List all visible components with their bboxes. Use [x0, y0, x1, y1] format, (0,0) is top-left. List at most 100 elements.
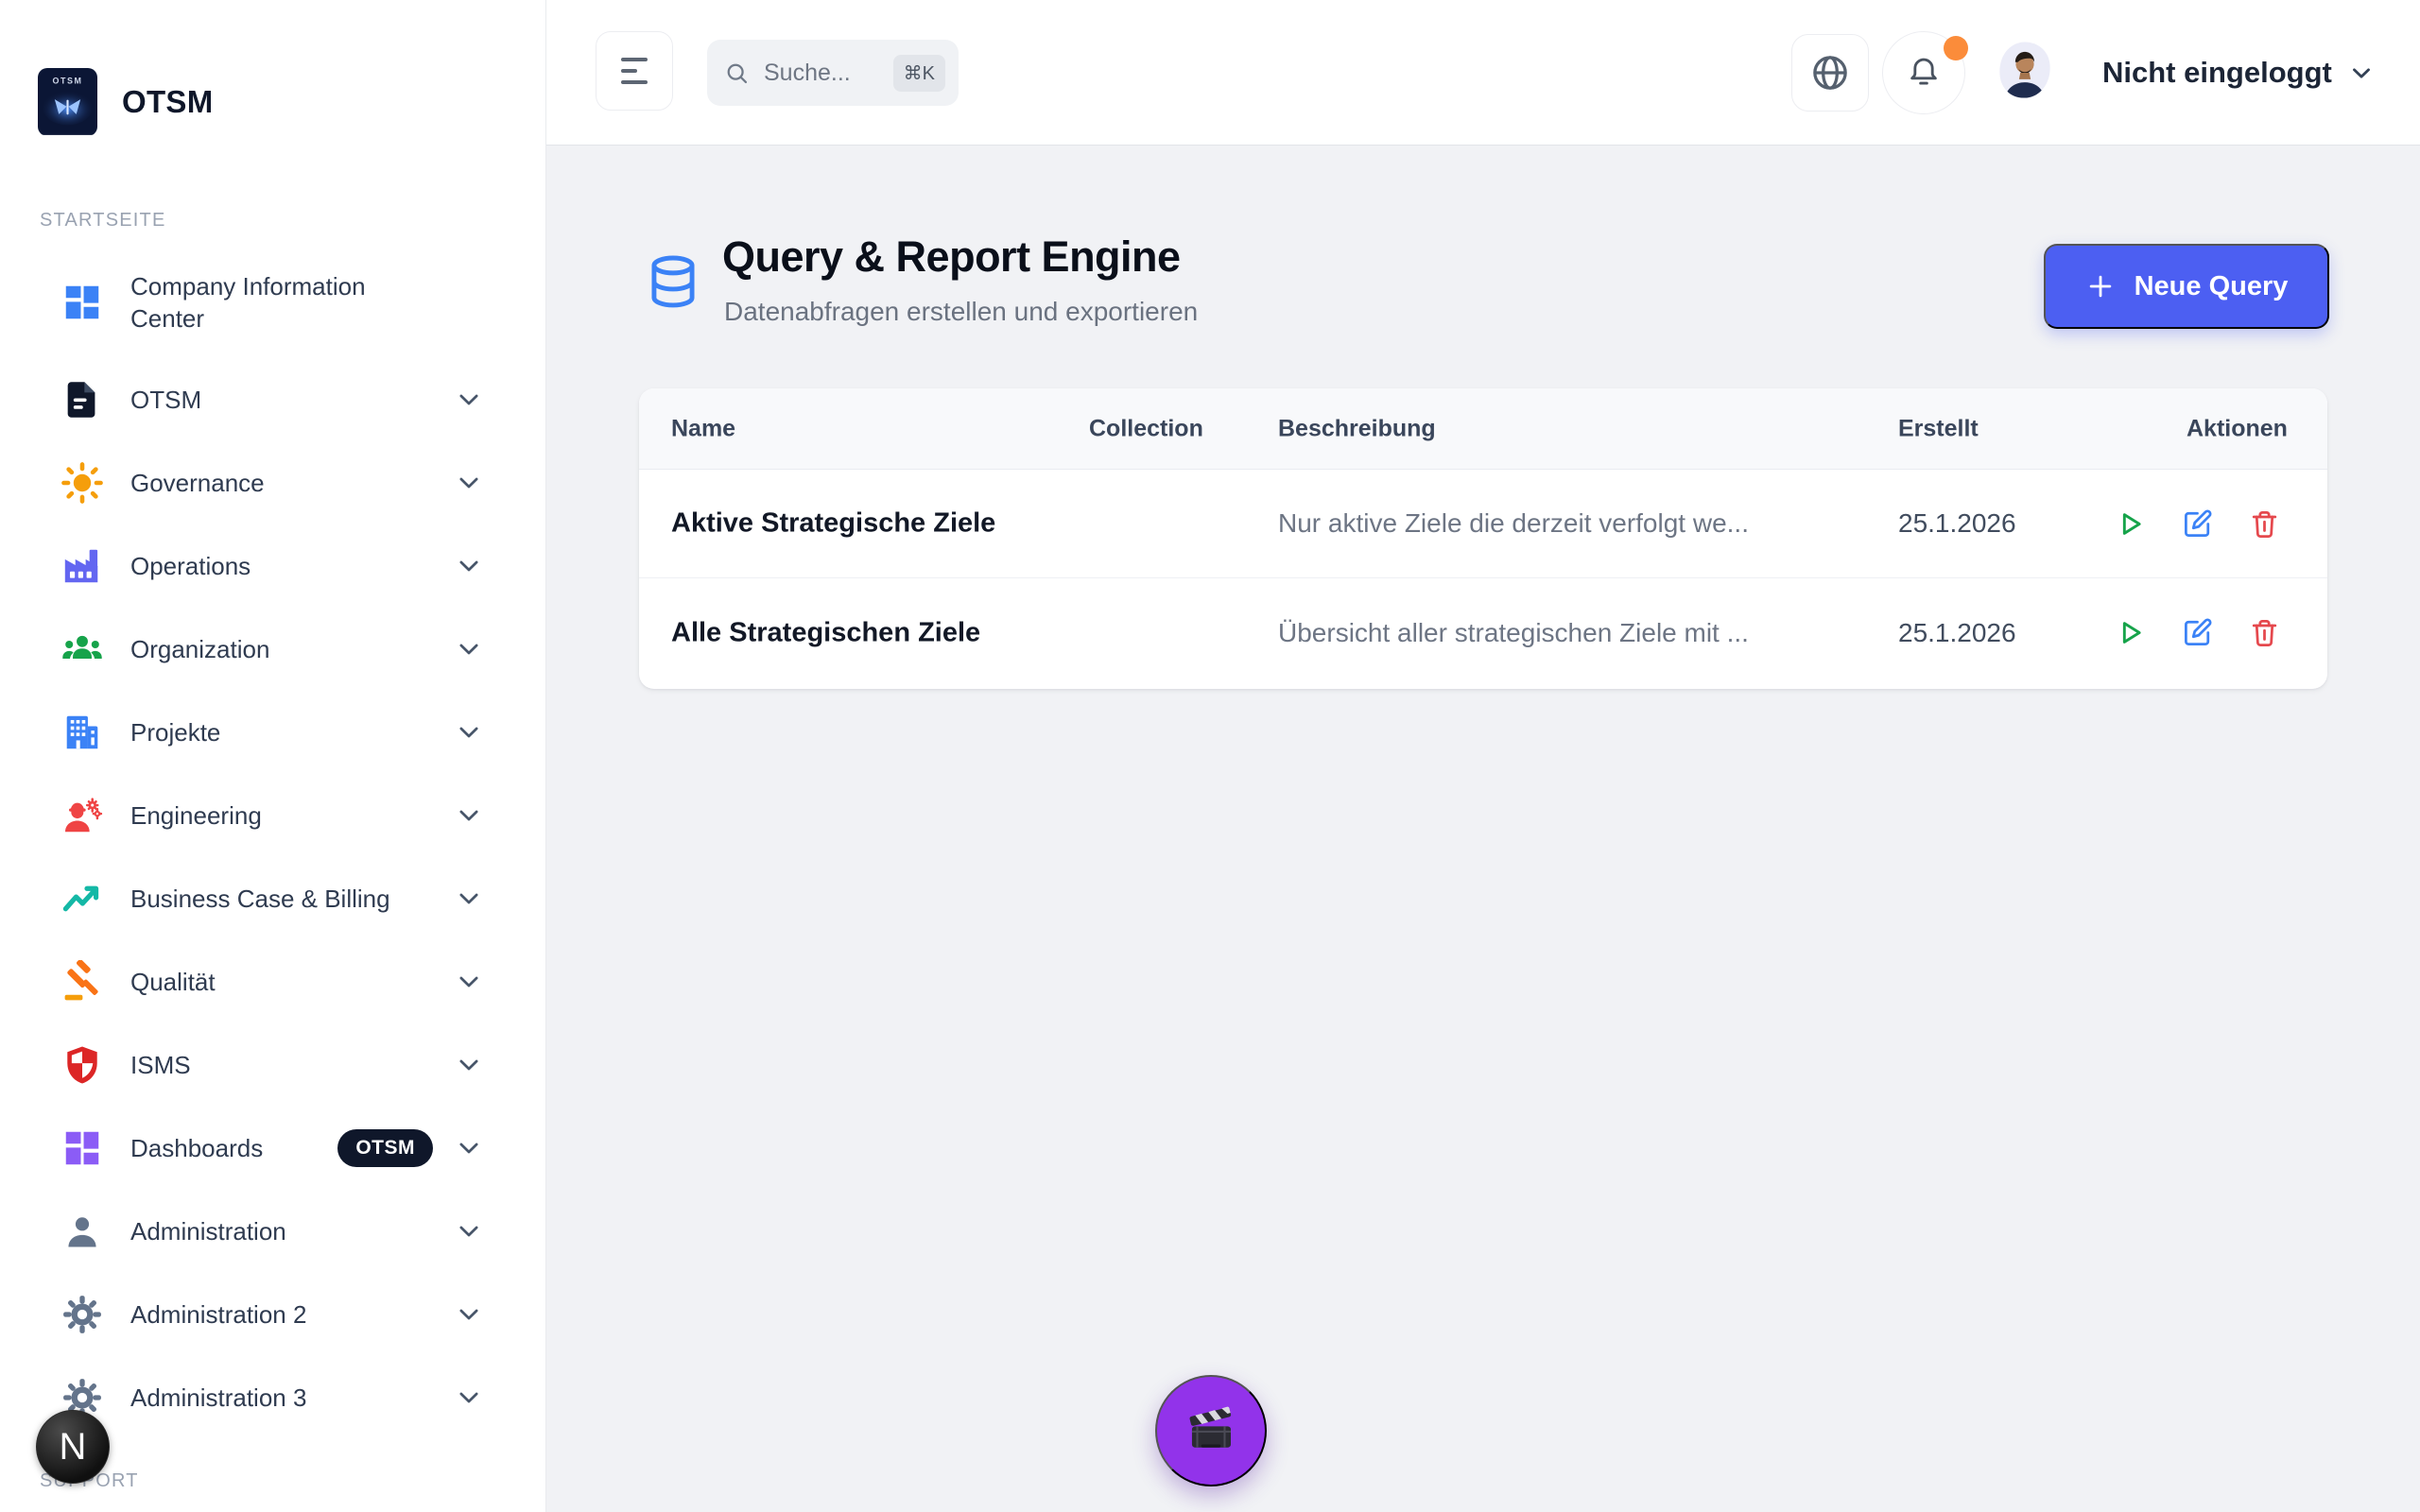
notifications-button[interactable] — [1882, 31, 1965, 114]
globe-icon — [1809, 52, 1851, 94]
play-icon — [2115, 617, 2146, 648]
chevron-down-icon — [455, 885, 483, 913]
sidebar-item-label: Qualität — [130, 966, 216, 998]
column-header-description: Beschreibung — [1278, 415, 1436, 442]
run-query-button[interactable] — [2112, 615, 2148, 651]
chevron-down-icon — [455, 469, 483, 497]
chevron-down-icon — [455, 718, 483, 747]
dashboard-grid-icon — [60, 281, 104, 324]
chevron-down-icon — [2347, 59, 2376, 87]
column-header-name: Name — [671, 415, 735, 442]
play-icon — [2115, 508, 2146, 540]
trend-up-icon — [60, 877, 104, 920]
sidebar-item-label: Organization — [130, 633, 269, 665]
chevron-down-icon — [455, 552, 483, 580]
database-icon — [647, 251, 700, 318]
notification-dot — [1944, 36, 1968, 60]
sidebar-item-label: Engineering — [130, 799, 262, 832]
query-table: Name Collection Beschreibung Erstellt Ak… — [639, 388, 2327, 689]
table-row[interactable]: Aktive Strategische Ziele Nur aktive Zie… — [639, 470, 2327, 578]
sidebar: OTSM OTSM STARTSEITE Company Information… — [0, 0, 546, 1512]
sidebar-item-label: OTSM — [130, 384, 201, 416]
document-icon — [60, 378, 104, 421]
chevron-down-icon — [455, 635, 483, 663]
user-label: Nicht eingeloggt — [2102, 56, 2332, 90]
page-subtitle: Datenabfragen erstellen und exportieren — [724, 297, 1198, 327]
edit-query-button[interactable] — [2179, 506, 2215, 541]
sidebar-item-engineering[interactable]: Engineering — [0, 774, 545, 857]
chevron-down-icon — [455, 386, 483, 414]
sidebar-item-company-information-center[interactable]: Company Information Center — [0, 246, 545, 359]
sun-icon — [60, 461, 104, 505]
gavel-icon — [60, 960, 104, 1004]
query-created: 25.1.2026 — [1898, 508, 2016, 539]
otsm-badge: OTSM — [337, 1129, 433, 1167]
sidebar-item-administration[interactable]: Administration — [0, 1190, 545, 1273]
person-icon — [60, 1210, 104, 1253]
devtools-button[interactable]: N — [36, 1410, 110, 1484]
query-description: Übersicht aller strategischen Ziele mit … — [1278, 618, 1749, 648]
sidebar-item-label: Business Case & Billing — [130, 883, 390, 915]
language-button[interactable] — [1791, 34, 1869, 112]
sidebar-toggle-button[interactable] — [596, 31, 673, 111]
search-icon — [724, 60, 750, 86]
sidebar-item-projekte[interactable]: Projekte — [0, 691, 545, 774]
sidebar-item-otsm[interactable]: OTSM — [0, 358, 545, 441]
table-row[interactable]: Alle Strategischen Ziele Übersicht aller… — [639, 578, 2327, 687]
dashboard-grid-icon — [60, 1126, 104, 1170]
sidebar-item-governance[interactable]: Governance — [0, 441, 545, 524]
app-logo-icon: OTSM — [38, 68, 97, 136]
shield-icon — [60, 1043, 104, 1087]
chevron-down-icon — [455, 1134, 483, 1162]
building-icon — [60, 711, 104, 754]
sidebar-item-label: Administration 3 — [130, 1382, 306, 1414]
row-actions — [2112, 615, 2282, 651]
sidebar-item-dashboards[interactable]: Dashboards OTSM — [0, 1107, 545, 1190]
page-title: Query & Report Engine — [722, 232, 1181, 282]
recording-fab-button[interactable] — [1155, 1375, 1267, 1486]
main-content: Query & Report Engine Datenabfragen erst… — [546, 146, 2420, 1512]
column-header-actions: Aktionen — [2187, 415, 2288, 442]
query-name: Aktive Strategische Ziele — [671, 508, 995, 540]
user-menu[interactable]: Nicht eingeloggt — [1995, 0, 2376, 146]
search-input[interactable]: Suche... ⌘K — [707, 40, 959, 106]
delete-query-button[interactable] — [2246, 506, 2282, 541]
edit-icon — [2182, 617, 2213, 648]
row-actions — [2112, 506, 2282, 541]
trash-icon — [2249, 617, 2280, 648]
chevron-down-icon — [455, 1300, 483, 1329]
top-header: Suche... ⌘K — [546, 0, 2420, 146]
app-window: OTSM OTSM STARTSEITE Company Information… — [0, 0, 2420, 1512]
query-created: 25.1.2026 — [1898, 618, 2016, 648]
engineer-icon — [60, 794, 104, 837]
delete-query-button[interactable] — [2246, 615, 2282, 651]
sidebar-item-label: Operations — [130, 550, 251, 582]
chevron-down-icon — [455, 1051, 483, 1079]
sidebar-item-operations[interactable]: Operations — [0, 524, 545, 608]
edit-query-button[interactable] — [2179, 615, 2215, 651]
sidebar-item-qualitaet[interactable]: Qualität — [0, 940, 545, 1023]
edit-icon — [2182, 508, 2213, 540]
devtools-label: N — [60, 1426, 87, 1469]
avatar — [1995, 40, 2055, 106]
sidebar-item-label: Governance — [130, 467, 265, 499]
sidebar-item-label: Administration — [130, 1215, 286, 1247]
chevron-down-icon — [455, 1217, 483, 1246]
chevron-down-icon — [455, 1383, 483, 1412]
sidebar-item-administration-2[interactable]: Administration 2 — [0, 1273, 545, 1356]
brand[interactable]: OTSM OTSM — [38, 68, 214, 136]
table-header-row: Name Collection Beschreibung Erstellt Ak… — [639, 388, 2327, 470]
sidebar-item-organization[interactable]: Organization — [0, 608, 545, 691]
plus-icon — [2085, 271, 2116, 301]
svg-text:OTSM: OTSM — [52, 76, 82, 85]
people-icon — [60, 627, 104, 671]
new-query-label: Neue Query — [2135, 271, 2289, 302]
run-query-button[interactable] — [2112, 506, 2148, 541]
trash-icon — [2249, 508, 2280, 540]
sidebar-item-isms[interactable]: ISMS — [0, 1023, 545, 1107]
sidebar-item-label: Company Information Center — [130, 270, 424, 335]
sidebar-item-business-case-billing[interactable]: Business Case & Billing — [0, 857, 545, 940]
query-description: Nur aktive Ziele die derzeit verfolgt we… — [1278, 508, 1749, 539]
app-name: OTSM — [122, 84, 214, 120]
new-query-button[interactable]: Neue Query — [2044, 244, 2329, 329]
